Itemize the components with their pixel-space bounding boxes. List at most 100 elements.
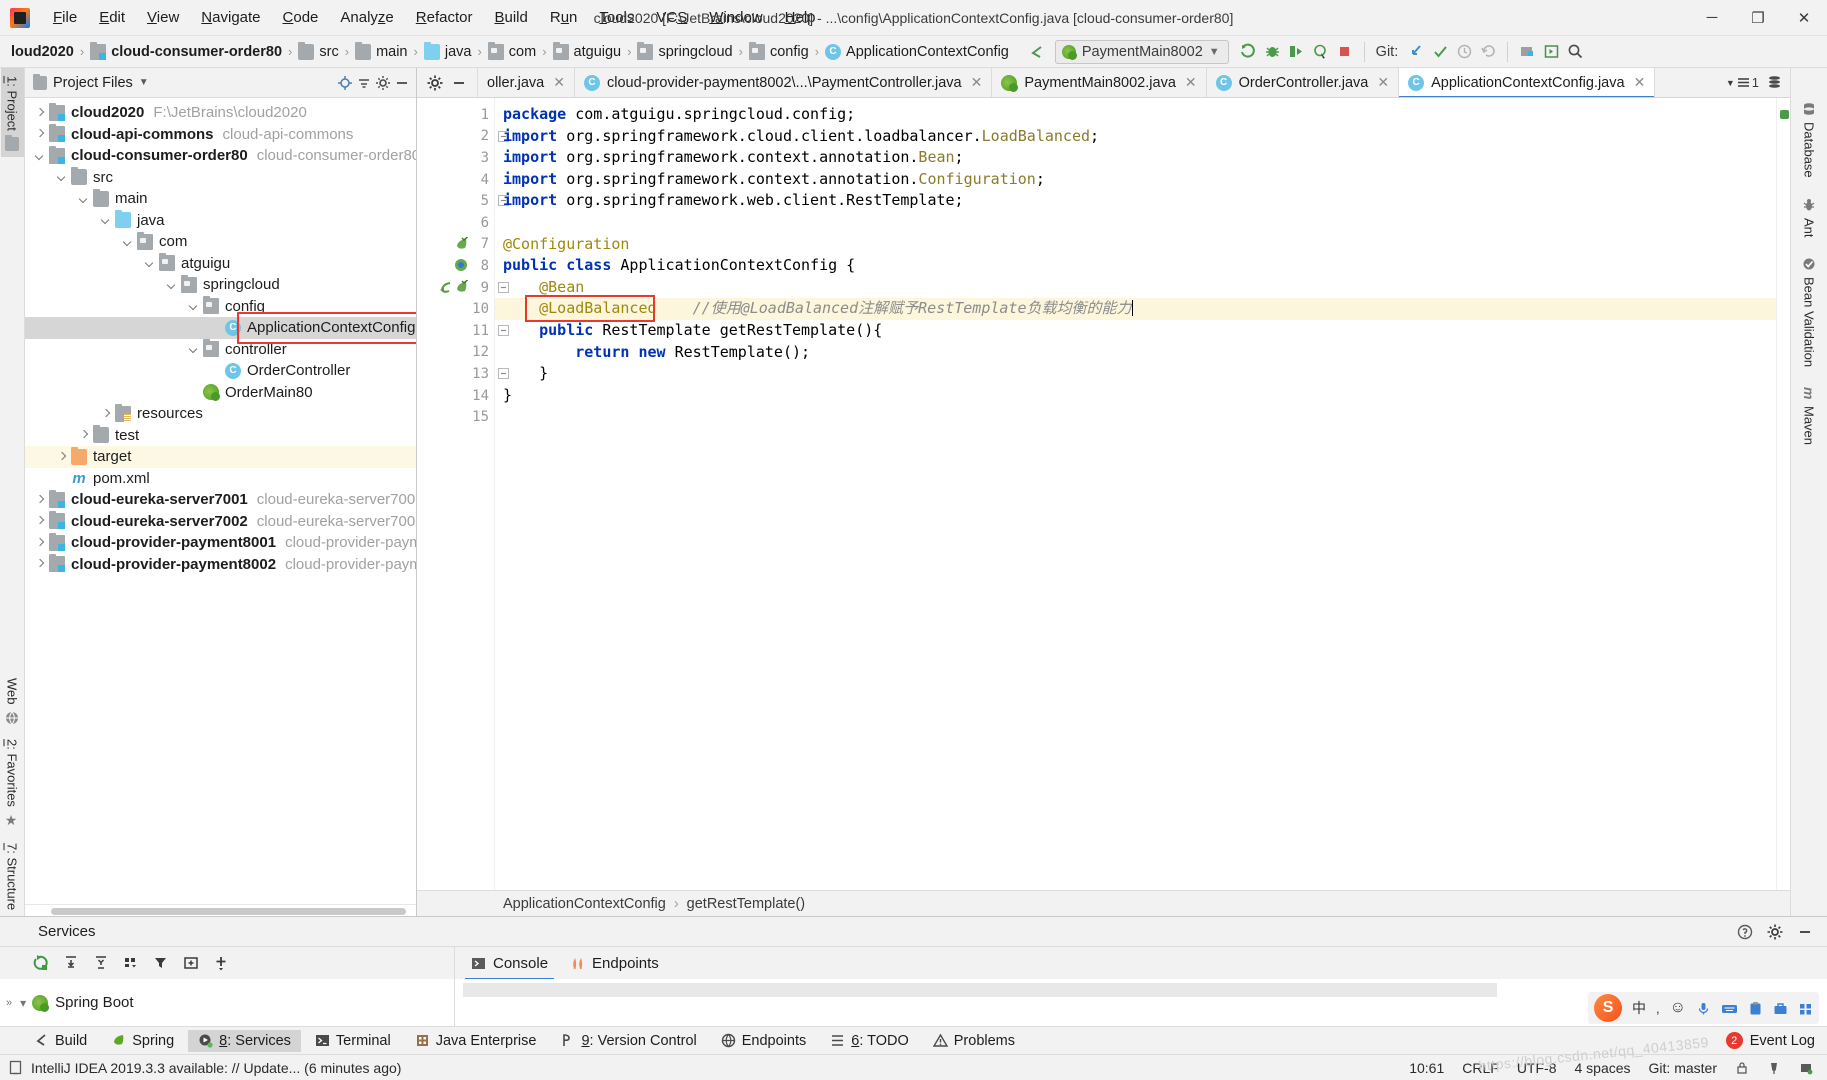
bottom-tab-build[interactable]: Build (24, 1030, 97, 1052)
lock-icon[interactable] (1735, 1061, 1749, 1075)
bottom-tab-services[interactable]: 8: Services (188, 1030, 301, 1052)
chevron-right-icon[interactable] (99, 407, 113, 421)
update-project-icon[interactable] (1404, 40, 1428, 64)
chevron-right-icon[interactable] (33, 127, 47, 141)
chevron-right-icon[interactable] (33, 106, 47, 120)
settings-icon[interactable] (1767, 924, 1783, 940)
breadcrumb-config[interactable]: config (745, 40, 813, 64)
breadcrumb-java[interactable]: java (420, 40, 476, 64)
chevron-right-icon[interactable] (33, 557, 47, 571)
hide-icon[interactable] (1797, 924, 1813, 940)
services-tab-endpoints[interactable]: Endpoints (568, 951, 661, 976)
tree-node-config[interactable]: config (25, 296, 416, 318)
tree-node-ordermain80[interactable]: OrderMain80 (25, 382, 416, 404)
run-with-coverage-icon[interactable] (1285, 40, 1309, 64)
tree-node-target[interactable]: target (25, 446, 416, 468)
editor-tab-ordercontroller-partial[interactable]: oller.java ✕ (478, 68, 575, 97)
tree-node-cloud-eureka-server7002[interactable]: cloud-eureka-server7002cloud-eureka-serv… (25, 511, 416, 533)
breadcrumb-atguigu[interactable]: atguigu (549, 40, 626, 64)
tree-node-resources[interactable]: resources (25, 403, 416, 425)
breadcrumb-class[interactable]: C ApplicationContextConfig (821, 40, 1013, 64)
bottom-tab-terminal[interactable]: Terminal (305, 1030, 401, 1052)
tree-node-springcloud[interactable]: springcloud (25, 274, 416, 296)
code-line-6[interactable] (495, 212, 1790, 234)
caret-position-label[interactable]: 10:61 (1409, 1060, 1444, 1076)
ime-mode-label[interactable]: 中 (1632, 998, 1646, 1018)
services-tree[interactable]: » ▾ Spring Boot (0, 979, 454, 1026)
error-stripe-marker-bar[interactable] (1776, 98, 1790, 890)
code-line-13[interactable]: } (495, 363, 1790, 385)
code-line-2[interactable]: import org.springframework.cloud.client.… (495, 126, 1790, 148)
keyboard-icon[interactable] (1721, 1001, 1738, 1016)
tree-node-pom-xml[interactable]: mpom.xml (25, 468, 416, 490)
services-tab-console[interactable]: Console (469, 951, 550, 976)
rail-tab-maven[interactable]: m Maven (1797, 377, 1821, 454)
help-icon[interactable] (1737, 924, 1753, 940)
menu-item-view[interactable]: View (136, 4, 190, 32)
tree-node-src[interactable]: src (25, 167, 416, 189)
add-frame-icon[interactable] (178, 951, 204, 975)
menu-item-help[interactable]: Help (774, 4, 827, 32)
editor-tab-ordercontroller[interactable]: C OrderController.java ✕ (1207, 68, 1399, 97)
project-tree[interactable]: cloud2020F:\JetBrains\cloud2020cloud-api… (25, 98, 416, 904)
breadcrumb-com[interactable]: com (484, 40, 540, 64)
status-message[interactable]: IntelliJ IDEA 2019.3.3 available: // Upd… (31, 1060, 401, 1076)
tree-node-cloud2020[interactable]: cloud2020F:\JetBrains\cloud2020 (25, 102, 416, 124)
code-line-1[interactable]: package com.atguigu.springcloud.config; (495, 104, 1790, 126)
rail-tab-database[interactable]: Database (1798, 92, 1821, 188)
tree-node-test[interactable]: test (25, 425, 416, 447)
code-text-area[interactable]: package com.atguigu.springcloud.config;i… (495, 98, 1790, 890)
memory-icon[interactable] (1799, 1061, 1813, 1075)
locate-icon[interactable] (337, 75, 353, 91)
rail-tab-favorites[interactable]: 2: Favorites ★ (0, 731, 24, 835)
spring-bean-gutter-icon[interactable] (454, 280, 469, 295)
menu-item-vcs[interactable]: VCS (645, 4, 698, 32)
breadcrumb-project[interactable]: loud2020 (2, 40, 78, 64)
search-everywhere-icon[interactable] (1563, 40, 1587, 64)
menu-item-run[interactable]: Run (539, 4, 589, 32)
gutter-line-7[interactable]: 7 (417, 234, 495, 256)
chevron-right-icon[interactable] (33, 514, 47, 528)
gutter-line-3[interactable]: 3 (417, 147, 495, 169)
chevron-down-icon[interactable] (187, 342, 201, 356)
gutter-line-13[interactable]: 13 (417, 363, 495, 385)
chevron-right-icon[interactable] (33, 493, 47, 507)
comma-icon[interactable]: , (1656, 1001, 1660, 1016)
tree-node-com[interactable]: com (25, 231, 416, 253)
gutter-line-4[interactable]: 4 (417, 169, 495, 191)
settings-icon[interactable] (427, 75, 443, 91)
rail-tab-web[interactable]: Web (1, 670, 24, 731)
rail-tab-structure[interactable]: 7: Structure (1, 835, 24, 916)
chevron-down-icon[interactable] (143, 256, 157, 270)
breadcrumb-springcloud[interactable]: springcloud (633, 40, 736, 64)
breadcrumb-module[interactable]: cloud-consumer-order80 (86, 40, 286, 64)
tree-node-cloud-api-commons[interactable]: cloud-api-commonscloud-api-commons (25, 124, 416, 146)
code-line-12[interactable]: return new RestTemplate(); (495, 342, 1790, 364)
tree-node-atguigu[interactable]: atguigu (25, 253, 416, 275)
menu-item-navigate[interactable]: Navigate (190, 4, 271, 32)
gutter-line-11[interactable]: 11 (417, 320, 495, 342)
code-line-15[interactable] (495, 406, 1790, 428)
run-icon[interactable] (1237, 40, 1261, 64)
code-line-10[interactable]: @LoadBalanced //使用@LoadBalanced注解赋予RestT… (495, 298, 1790, 320)
profile-icon[interactable] (1309, 40, 1333, 64)
inspection-icon[interactable] (1767, 1061, 1781, 1075)
code-line-3[interactable]: import org.springframework.context.annot… (495, 147, 1790, 169)
clipboard-icon[interactable] (1748, 1001, 1763, 1016)
breadcrumb-main[interactable]: main (351, 40, 411, 64)
close-icon[interactable]: ✕ (1185, 74, 1197, 91)
chevron-down-icon[interactable]: ▼ (139, 77, 149, 88)
spring-bean-gutter-icon[interactable] (454, 237, 469, 252)
bottom-tab-version-control[interactable]: 9: Version Control (550, 1030, 706, 1052)
expand-all-icon[interactable] (58, 951, 84, 975)
gutter-line-9[interactable]: 9 (417, 277, 495, 299)
gutter-line-5[interactable]: 5 (417, 190, 495, 212)
rail-tab-project[interactable]: 1: Project (1, 68, 24, 157)
add-icon[interactable] (208, 951, 234, 975)
filter-icon[interactable] (148, 951, 174, 975)
tree-node-controller[interactable]: controller (25, 339, 416, 361)
close-button[interactable]: ✕ (1781, 0, 1827, 36)
chevron-down-icon[interactable]: ▾ (20, 996, 26, 1010)
menu-icon[interactable] (1798, 1001, 1813, 1016)
chevron-down-icon[interactable] (99, 213, 113, 227)
